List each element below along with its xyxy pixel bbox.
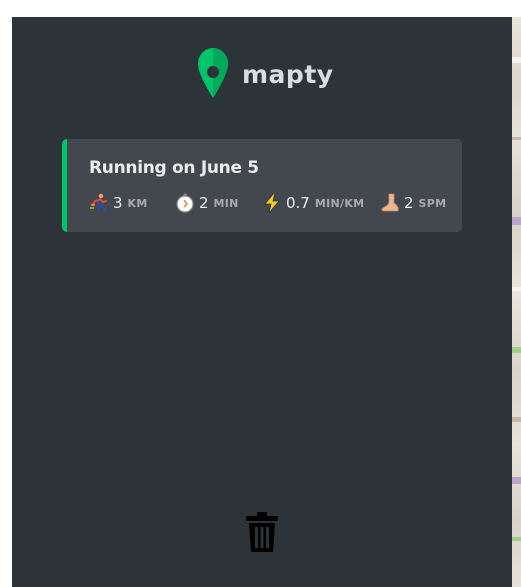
map-pin-icon [198, 48, 228, 98]
running-person-icon [90, 193, 107, 213]
foot-icon [381, 193, 399, 212]
lightning-icon [264, 193, 280, 213]
distance-value: 3 [113, 194, 123, 212]
workout-card[interactable]: Running on June 5 3 km [62, 139, 462, 232]
stopwatch-icon [176, 193, 194, 213]
workout-detail-duration: 2 min [175, 193, 262, 213]
sidebar [12, 17, 512, 587]
workout-title: Running on June 5 [89, 158, 259, 178]
cadence-value: 2 [404, 194, 414, 212]
pace-unit: min/km [314, 196, 365, 210]
workout-detail-distance: 3 km [89, 193, 175, 213]
logo-text: mapty [242, 59, 334, 89]
workout-detail-pace: 0.7 min/km [262, 193, 380, 213]
page: mapty Running on June 5 3 km [0, 0, 521, 587]
pace-value: 0.7 [286, 194, 310, 212]
duration-value: 2 [199, 194, 209, 212]
logo: mapty [198, 48, 334, 100]
duration-unit: min [213, 196, 239, 210]
trash-icon[interactable] [246, 512, 278, 552]
workout-detail-cadence: 2 spm [380, 193, 446, 213]
map[interactable] [512, 17, 521, 587]
cadence-unit: spm [418, 196, 447, 210]
distance-unit: km [127, 196, 148, 210]
workout-details: 3 km 2 min 0.7 min/km [89, 193, 446, 213]
